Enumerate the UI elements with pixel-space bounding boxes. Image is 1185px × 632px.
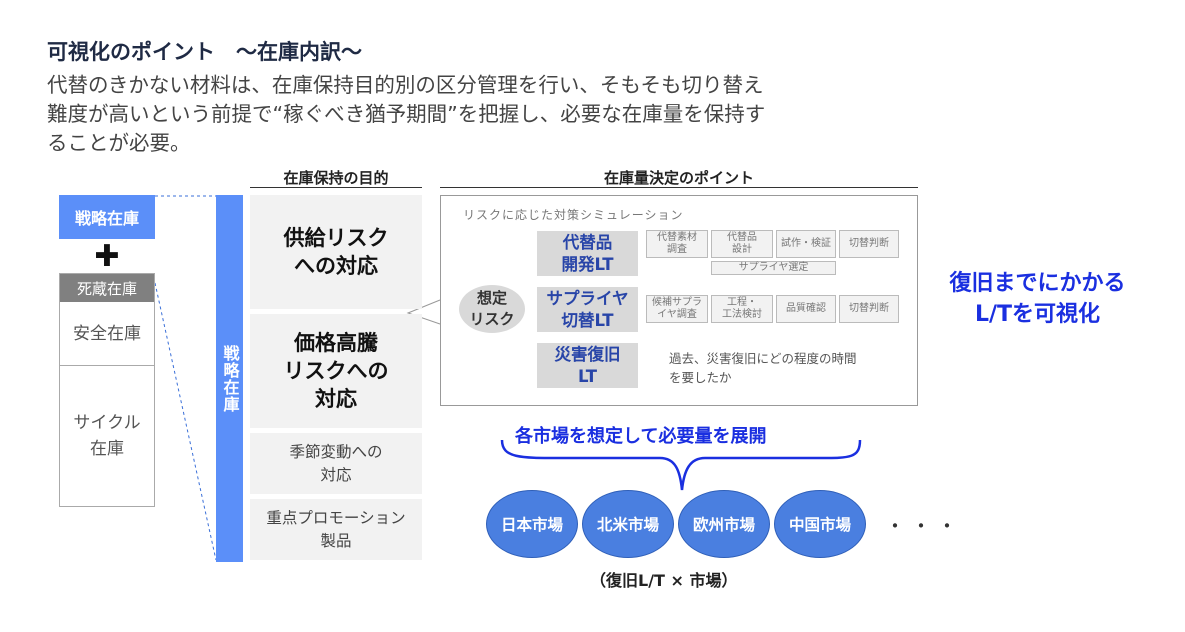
step-1-2-a: 代替品 bbox=[727, 232, 757, 243]
purpose-1-line-1: 供給リスク bbox=[283, 226, 389, 250]
purpose-supply-risk: 供給リスク への対応 bbox=[250, 195, 422, 309]
cycle-stock-line-1: サイクル bbox=[73, 413, 141, 433]
safety-stock-label: 安全在庫 bbox=[73, 323, 141, 344]
supplier-switch-lt: サプライヤ 切替LT bbox=[537, 287, 638, 332]
formula-text: （復旧L/T × 市場） bbox=[590, 571, 738, 590]
cat-2-line-2: 切替LT bbox=[561, 310, 614, 330]
step-candidate-supplier-survey: 候補サプラ イヤ調査 bbox=[646, 295, 708, 323]
step-2-1-b: イヤ調査 bbox=[657, 309, 697, 320]
purpose-2-line-1: 価格高騰 bbox=[294, 331, 378, 355]
purpose-4-line-2: 製品 bbox=[320, 531, 352, 550]
purpose-4-line-1: 重点プロモーション bbox=[266, 508, 406, 527]
oval-line-2: リスク bbox=[469, 310, 515, 328]
note-line-2: を要したか bbox=[669, 370, 732, 385]
deploy-text: 各市場を想定して必要量を展開 bbox=[515, 426, 767, 447]
purpose-seasonal: 季節変動への 対応 bbox=[250, 433, 422, 494]
visualize-lt-text: 復旧までにかかる L/Tを可視化 bbox=[920, 268, 1155, 330]
step-switch-decision-1: 切替判断 bbox=[839, 230, 899, 258]
oval-line-1: 想定 bbox=[476, 289, 507, 307]
alt-product-lt: 代替品 開発LT bbox=[537, 231, 638, 276]
visualize-line-1: 復旧までにかかる bbox=[949, 271, 1126, 296]
simulation-panel: リスクに応じた対策シミュレーション 想定 リスク 代替品 開発LT サプライヤ … bbox=[440, 195, 918, 406]
step-1-2-b: 設計 bbox=[732, 244, 752, 255]
step-quality-check: 品質確認 bbox=[776, 295, 836, 323]
cat-3-line-2: LT bbox=[577, 366, 598, 386]
simulation-title: リスクに応じた対策シミュレーション bbox=[463, 208, 684, 222]
disaster-note: 過去、災害復旧にどの程度の時間 を要したか bbox=[669, 349, 909, 387]
purpose-1-line-2: への対応 bbox=[294, 254, 378, 278]
note-line-1: 過去、災害復旧にどの程度の時間 bbox=[669, 351, 857, 366]
step-1-1-b: 調査 bbox=[667, 244, 687, 255]
purpose-header: 在庫保持の目的 bbox=[283, 169, 389, 187]
step-prototype-verify: 試作・検証 bbox=[776, 230, 836, 258]
cycle-stock-label: サイクル 在庫 bbox=[60, 366, 154, 506]
points-header: 在庫量決定のポイント bbox=[603, 169, 754, 187]
dead-stock-label: 死蔵在庫 bbox=[60, 274, 154, 302]
cat-1-line-2: 開発LT bbox=[561, 254, 614, 274]
purpose-3-line-2: 対応 bbox=[320, 465, 352, 484]
plus-icon: ✚ bbox=[94, 239, 120, 274]
cycle-stock-line-2: 在庫 bbox=[90, 439, 124, 459]
step-process-review: 工程・ 工法検討 bbox=[711, 295, 773, 323]
more-markets: ・・・ bbox=[885, 514, 963, 538]
step-supplier-selection: サプライヤ選定 bbox=[711, 261, 836, 275]
step-alt-product-design: 代替品 設計 bbox=[711, 230, 773, 258]
market-europe: 欧州市場 bbox=[678, 490, 770, 558]
purpose-2-line-3: 対応 bbox=[315, 387, 357, 411]
market-japan: 日本市場 bbox=[486, 490, 578, 558]
inventory-stack: 死蔵在庫 安全在庫 サイクル 在庫 bbox=[59, 273, 155, 507]
assumed-risk-oval: 想定 リスク bbox=[459, 285, 525, 333]
visualize-line-2: L/Tを可視化 bbox=[974, 302, 1101, 327]
step-switch-decision-2: 切替判断 bbox=[839, 295, 899, 323]
step-alt-material-survey: 代替素材 調査 bbox=[646, 230, 708, 258]
cat-3-line-1: 災害復旧 bbox=[554, 344, 621, 364]
purpose-promotion: 重点プロモーション 製品 bbox=[250, 499, 422, 560]
strategic-stock-label: 戦略在庫 bbox=[59, 195, 155, 239]
strategic-stock-bar: 戦略在庫 bbox=[216, 195, 243, 562]
cat-2-line-1: サプライヤ bbox=[546, 288, 629, 308]
cat-1-line-1: 代替品 bbox=[562, 232, 613, 252]
market-north-america: 北米市場 bbox=[582, 490, 674, 558]
purpose-header-rule bbox=[250, 187, 422, 188]
step-2-2-a: 工程・ bbox=[727, 297, 757, 308]
step-2-1-a: 候補サプラ bbox=[652, 297, 702, 308]
step-1-1-a: 代替素材 bbox=[657, 232, 697, 243]
purpose-price-risk: 価格高騰 リスクへの 対応 bbox=[250, 314, 422, 428]
purpose-2-line-2: リスクへの bbox=[283, 359, 389, 383]
purpose-3-line-1: 季節変動への bbox=[289, 442, 383, 461]
points-header-rule bbox=[440, 187, 918, 188]
disaster-recovery-lt: 災害復旧 LT bbox=[537, 343, 638, 388]
market-china: 中国市場 bbox=[774, 490, 866, 558]
step-2-2-b: 工法検討 bbox=[722, 309, 762, 320]
